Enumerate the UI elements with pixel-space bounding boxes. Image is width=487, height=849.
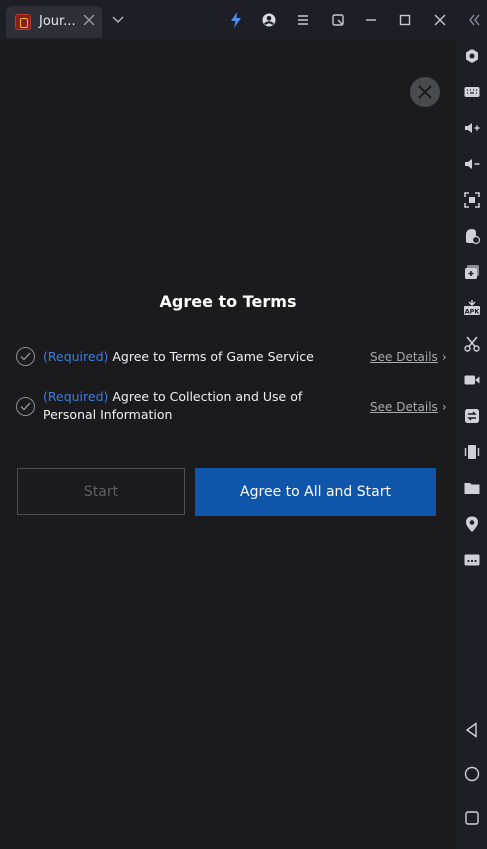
svg-text:APK: APK (465, 307, 481, 315)
shake-icon[interactable] (463, 443, 481, 461)
minimize-icon[interactable] (361, 10, 381, 30)
apk-icon[interactable]: APK (463, 299, 481, 317)
volume-down-icon[interactable] (463, 155, 481, 173)
expand-icon[interactable] (328, 10, 348, 30)
term-label: (Required) Agree to Collection and Use o… (43, 388, 348, 424)
location-icon[interactable] (463, 515, 481, 533)
required-tag: (Required) (43, 349, 109, 364)
checkmark-icon[interactable] (16, 397, 35, 416)
back-icon[interactable] (463, 721, 481, 739)
dialog-title: Agree to Terms (159, 292, 297, 311)
start-button[interactable]: Start (17, 468, 185, 515)
checkmark-icon[interactable] (16, 347, 35, 366)
volume-up-icon[interactable] (463, 119, 481, 137)
chevron-down-icon[interactable] (108, 10, 128, 30)
settings-icon[interactable] (463, 47, 481, 65)
see-details-link[interactable]: See Details › (370, 400, 447, 414)
term-row-game-service: (Required) Agree to Terms of Game Servic… (16, 347, 447, 367)
emulator-sidebar: APK (456, 40, 487, 849)
rotate-icon[interactable] (463, 227, 481, 245)
collapse-sidebar-icon[interactable] (464, 10, 484, 30)
term-label: (Required) Agree to Terms of Game Servic… (43, 348, 348, 366)
sync-icon[interactable] (463, 407, 481, 425)
home-icon[interactable] (463, 765, 481, 783)
tab-close-icon[interactable] (82, 13, 96, 27)
see-details-label: See Details (370, 400, 438, 414)
recents-icon[interactable] (463, 809, 481, 827)
close-x-icon (418, 85, 432, 99)
game-screen (0, 40, 456, 849)
title-bar: Jour... (0, 0, 487, 40)
required-tag: (Required) (43, 389, 109, 404)
chevron-right-icon: › (441, 350, 447, 364)
chevron-right-icon: › (441, 400, 447, 414)
folder-icon[interactable] (463, 479, 481, 497)
more-icon[interactable] (463, 551, 481, 569)
screenshot-icon[interactable] (463, 191, 481, 209)
see-details-label: See Details (370, 350, 438, 364)
keyboard-icon[interactable] (463, 83, 481, 101)
maximize-icon[interactable] (395, 10, 415, 30)
term-text: Agree to Terms of Game Service (108, 349, 314, 364)
tab-title: Jour... (39, 14, 76, 29)
multi-instance-icon[interactable] (463, 263, 481, 281)
close-icon[interactable] (430, 10, 450, 30)
menu-icon[interactable] (293, 10, 313, 30)
agree-all-start-button[interactable]: Agree to All and Start (195, 468, 436, 516)
term-row-personal-info: (Required) Agree to Collection and Use o… (16, 388, 447, 428)
lightning-icon[interactable] (226, 10, 246, 30)
game-app-icon (15, 14, 31, 30)
dialog-close-button[interactable] (410, 77, 440, 107)
account-icon[interactable] (259, 10, 279, 30)
record-icon[interactable] (463, 371, 481, 389)
see-details-link[interactable]: See Details › (370, 350, 447, 364)
scissors-icon[interactable] (463, 335, 481, 353)
browser-tab[interactable]: Jour... (6, 6, 102, 38)
